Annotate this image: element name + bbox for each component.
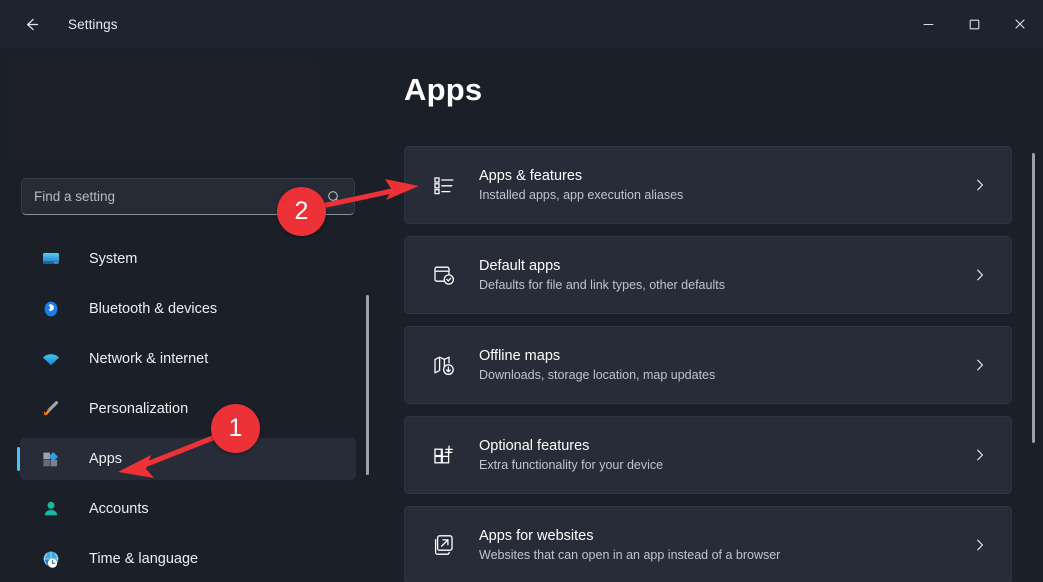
search-icon[interactable] — [326, 189, 342, 205]
card-apps-for-websites[interactable]: Apps for websites Websites that can open… — [404, 506, 1012, 582]
sidebar-item-label: Network & internet — [89, 351, 209, 367]
paintbrush-icon — [40, 398, 62, 420]
card-subtitle: Installed apps, app execution aliases — [479, 187, 684, 202]
sidebar-item-label: Apps — [89, 451, 123, 467]
person-icon — [40, 498, 62, 520]
system-monitor-icon — [40, 248, 62, 270]
chevron-right-icon — [973, 538, 987, 552]
sidebar-item-bluetooth-devices[interactable]: Bluetooth & devices — [20, 288, 356, 330]
card-text: Default apps Defaults for file and link … — [479, 256, 725, 295]
card-subtitle: Extra functionality for your device — [479, 457, 664, 472]
redacted-account-area — [9, 60, 315, 160]
card-text: Apps & features Installed apps, app exec… — [479, 166, 683, 205]
sidebar-item-time-language[interactable]: Time & language — [20, 538, 356, 580]
card-text: Optional features Extra functionality fo… — [479, 436, 663, 475]
sidebar-item-label: Accounts — [89, 501, 149, 517]
search-box[interactable] — [21, 178, 355, 215]
card-title: Offline maps — [479, 347, 561, 364]
search-input[interactable] — [34, 189, 326, 204]
chevron-right-icon — [973, 448, 987, 462]
settings-card-list: Apps & features Installed apps, app exec… — [404, 146, 1012, 582]
chevron-right-icon — [973, 268, 987, 282]
globe-clock-icon — [40, 548, 62, 570]
maximize-button[interactable] — [951, 0, 997, 48]
sidebar-item-accounts[interactable]: Accounts — [20, 488, 356, 530]
sidebar-item-system[interactable]: System — [20, 238, 356, 280]
card-offline-maps[interactable]: Offline maps Downloads, storage location… — [404, 326, 1012, 404]
minimize-icon — [922, 18, 935, 31]
chevron-right-icon — [973, 358, 987, 372]
card-title: Optional features — [479, 437, 590, 454]
grid-plus-icon — [431, 442, 457, 468]
card-text: Offline maps Downloads, storage location… — [479, 346, 715, 385]
page-title: Apps — [404, 72, 483, 107]
sidebar-item-label: Personalization — [89, 401, 189, 417]
card-title: Apps & features — [479, 167, 583, 184]
window-controls — [905, 0, 1043, 48]
sidebar-item-personalization[interactable]: Personalization — [20, 388, 356, 430]
card-default-apps[interactable]: Default apps Defaults for file and link … — [404, 236, 1012, 314]
default-apps-check-icon — [431, 262, 457, 288]
sidebar-nav: System Bluetooth & devices Network & int… — [0, 238, 388, 582]
maximize-icon — [968, 18, 981, 31]
card-optional-features[interactable]: Optional features Extra functionality fo… — [404, 416, 1012, 494]
card-subtitle: Websites that can open in an app instead… — [479, 547, 781, 562]
main-scrollbar[interactable] — [1032, 153, 1035, 443]
card-title: Default apps — [479, 257, 561, 274]
back-arrow-icon — [22, 15, 41, 34]
list-bullets-icon — [431, 172, 457, 198]
close-button[interactable] — [997, 0, 1043, 48]
main-content: Apps Apps & features Installed apps, app… — [388, 48, 1043, 582]
card-title: Apps for websites — [479, 527, 594, 544]
card-subtitle: Downloads, storage location, map updates — [479, 367, 716, 382]
sidebar-scrollbar[interactable] — [366, 295, 369, 475]
wifi-icon — [40, 348, 62, 370]
minimize-button[interactable] — [905, 0, 951, 48]
card-text: Apps for websites Websites that can open… — [479, 526, 780, 565]
back-button[interactable] — [14, 7, 48, 41]
chevron-right-icon — [973, 178, 987, 192]
apps-squares-icon — [40, 448, 62, 470]
title-bar: Settings — [0, 0, 1043, 48]
bluetooth-icon — [40, 298, 62, 320]
sidebar-item-apps[interactable]: Apps — [17, 438, 356, 480]
sidebar: System Bluetooth & devices — [0, 48, 388, 582]
sidebar-item-label: Bluetooth & devices — [89, 301, 218, 317]
sidebar-item-label: Time & language — [89, 551, 199, 567]
settings-window: Settings Find a setting System Bluetooth… — [0, 0, 1043, 582]
map-download-icon — [431, 352, 457, 378]
sidebar-item-network-internet[interactable]: Network & internet — [20, 338, 356, 380]
window-title: Settings — [68, 16, 118, 32]
card-subtitle: Defaults for file and link types, other … — [479, 277, 725, 292]
close-icon — [1013, 17, 1027, 31]
sidebar-item-label: System — [89, 251, 138, 267]
external-link-icon — [431, 532, 457, 558]
card-apps-and-features[interactable]: Apps & features Installed apps, app exec… — [404, 146, 1012, 224]
